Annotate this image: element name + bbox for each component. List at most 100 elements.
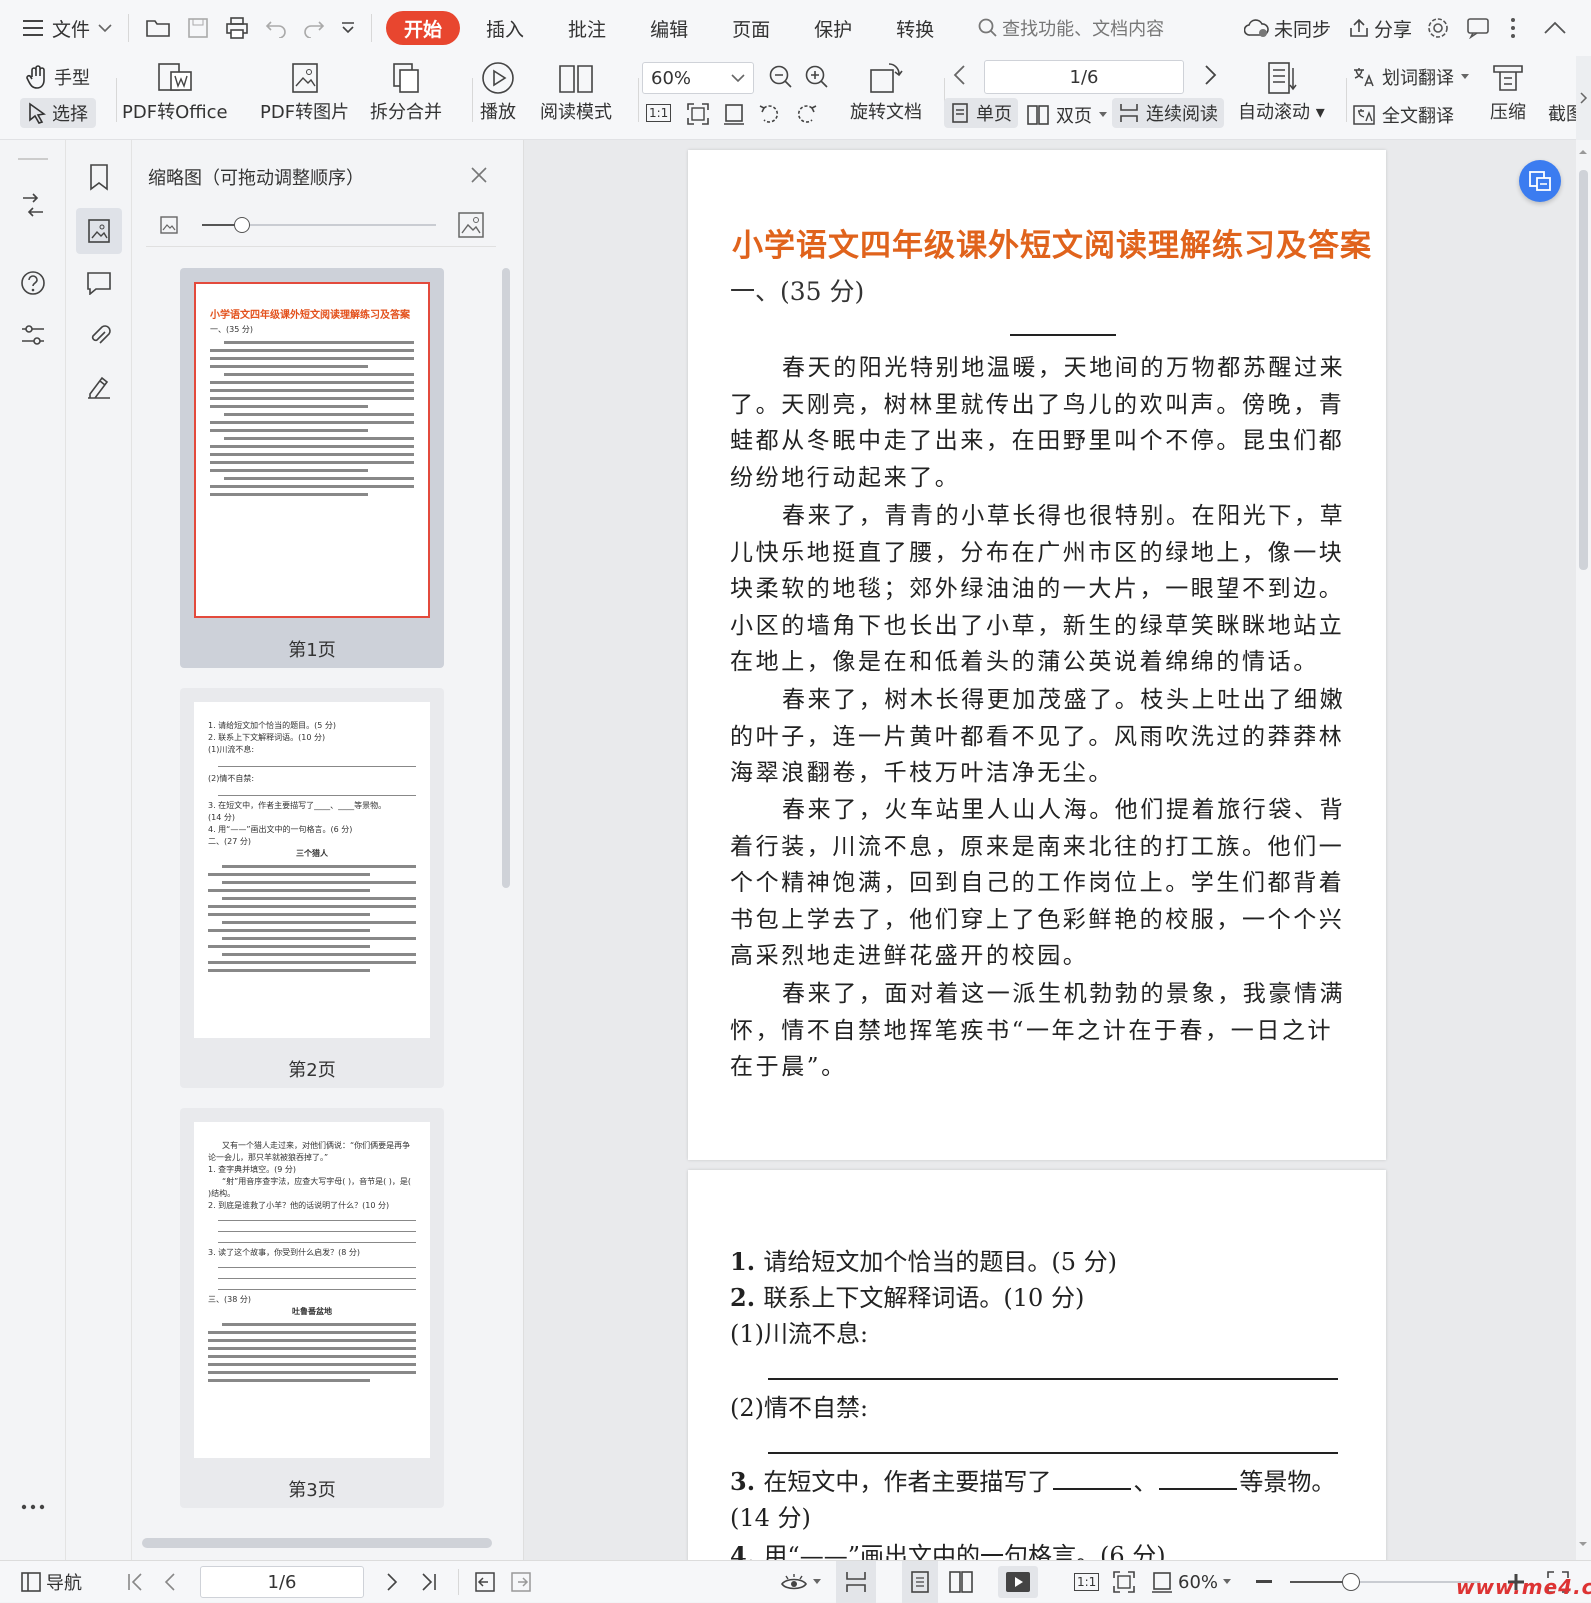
save-icon[interactable] xyxy=(179,8,217,48)
tab-page[interactable]: 页面 xyxy=(714,11,788,45)
pdf-to-image-button[interactable]: PDF转图片 xyxy=(260,60,349,124)
continuous-reading-status-button[interactable] xyxy=(836,1561,876,1603)
double-page-icon[interactable] xyxy=(948,1561,974,1603)
single-page-status-button[interactable] xyxy=(902,1561,938,1603)
navigation-toggle[interactable]: 导航 xyxy=(20,1561,82,1603)
previous-page-icon[interactable] xyxy=(952,64,966,86)
tab-convert[interactable]: 转换 xyxy=(878,11,952,45)
more-horizontal-icon[interactable] xyxy=(14,1488,52,1526)
first-page-icon[interactable] xyxy=(126,1561,144,1603)
actual-size-button[interactable]: 1:1 xyxy=(646,104,672,122)
comment-icon[interactable] xyxy=(80,264,118,302)
open-folder-icon[interactable] xyxy=(137,8,179,48)
sync-status[interactable]: 未同步 xyxy=(1244,15,1331,42)
more-vertical-icon[interactable] xyxy=(1510,17,1516,39)
zoom-out-icon[interactable] xyxy=(768,64,794,90)
file-menu[interactable]: 文件 xyxy=(14,8,120,48)
thumb-title: 小学语文四年级课外短文阅读理解练习及答案 xyxy=(210,310,410,321)
tab-comment[interactable]: 批注 xyxy=(550,11,624,45)
zoom-out-icon[interactable] xyxy=(1256,1561,1272,1603)
rotate-left-icon[interactable] xyxy=(758,102,782,126)
play-status-button[interactable] xyxy=(998,1566,1038,1598)
full-translate-button[interactable]: 全文翻译 xyxy=(1352,102,1454,128)
thumbnail-page-3[interactable]: 又有一个猎人走过来，对他们俩说：“你们俩要是再争论一会儿，那只羊就被狼吞掉了。”… xyxy=(180,1108,444,1508)
zoom-in-icon[interactable] xyxy=(804,64,830,90)
select-tool-button[interactable]: 选择 xyxy=(20,98,96,128)
play-button[interactable]: 播放 xyxy=(480,60,516,124)
thumbnail-horizontal-scrollbar[interactable] xyxy=(142,1538,492,1548)
chevron-right-icon xyxy=(1579,92,1587,104)
pdf-to-office-button[interactable]: PDF转Office xyxy=(122,60,228,124)
redo-icon[interactable] xyxy=(295,8,333,48)
undo-icon[interactable] xyxy=(257,8,295,48)
print-icon[interactable] xyxy=(217,8,257,48)
fit-page-icon[interactable] xyxy=(686,102,710,126)
adjust-sliders-icon[interactable] xyxy=(14,316,52,354)
feedback-icon[interactable] xyxy=(1466,17,1490,39)
thumbnail-icon[interactable] xyxy=(76,208,122,254)
tab-start[interactable]: 开始 xyxy=(386,11,461,45)
last-page-icon[interactable] xyxy=(420,1561,438,1603)
thumbnail-scrollbar[interactable] xyxy=(502,268,510,888)
compress-button[interactable]: 压缩 xyxy=(1490,60,1526,124)
pdf-to-office-icon xyxy=(155,60,195,96)
previous-page-icon[interactable] xyxy=(162,1561,176,1603)
thumbnail-page-1[interactable]: 小学语文四年级课外短文阅读理解练习及答案 一、(35 分) 第1页 xyxy=(180,268,444,668)
quick-access-dropdown-icon[interactable] xyxy=(333,8,363,48)
question-3: 3. 在短文中，作者主要描写了、等景物。 xyxy=(730,1467,1336,1496)
page-number-input[interactable]: 1/6 xyxy=(984,60,1184,94)
tab-protect[interactable]: 保护 xyxy=(796,11,870,45)
scroll-thumb[interactable] xyxy=(1579,170,1588,570)
small-thumbnail-icon[interactable] xyxy=(160,216,178,234)
zoom-select[interactable]: 60% xyxy=(642,62,754,94)
convert-swap-icon[interactable] xyxy=(14,186,52,224)
back-icon[interactable] xyxy=(474,1561,496,1603)
tab-insert[interactable]: 插入 xyxy=(468,11,542,45)
word-translate-button[interactable]: 划词翻译 xyxy=(1352,64,1470,90)
settings-icon[interactable] xyxy=(1426,16,1450,40)
read-mode-label: 阅读模式 xyxy=(540,102,612,123)
document-vertical-scrollbar[interactable] xyxy=(1576,140,1591,1560)
single-page-icon xyxy=(911,1571,929,1593)
status-zoom-slider[interactable] xyxy=(1290,1573,1480,1591)
full-translate-label: 全文翻译 xyxy=(1382,106,1454,127)
status-page-input[interactable]: 1/6 xyxy=(200,1566,364,1598)
screenshot-button[interactable]: 截图 xyxy=(1548,100,1578,126)
hand-tool-button[interactable]: 手型 xyxy=(26,64,90,90)
forward-icon[interactable] xyxy=(510,1561,532,1603)
next-page-icon[interactable] xyxy=(386,1561,400,1603)
thumb-text: 3. 在短文中，作者主要描写了____、____等景物。 xyxy=(208,801,387,810)
attachment-icon[interactable] xyxy=(80,316,118,354)
bookmark-icon[interactable] xyxy=(80,158,118,196)
tab-edit[interactable]: 编辑 xyxy=(632,11,706,45)
double-page-button[interactable]: 双页 xyxy=(1026,102,1108,128)
continuous-reading-button[interactable]: 连续阅读 xyxy=(1112,98,1224,128)
thumbnail-size-slider[interactable] xyxy=(202,217,436,233)
slider-thumb[interactable] xyxy=(234,217,250,233)
large-thumbnail-icon[interactable] xyxy=(458,212,484,238)
thumbnail-page-2[interactable]: 1. 请给短文加个恰当的题目。(5 分) 2. 联系上下文解释词语。(10 分)… xyxy=(180,688,444,1088)
actual-size-status-button[interactable]: 1:1 xyxy=(1074,1561,1100,1603)
share-button[interactable]: 分享 xyxy=(1348,15,1412,42)
floating-convert-button[interactable] xyxy=(1519,160,1561,202)
separator xyxy=(128,14,130,42)
next-page-icon[interactable] xyxy=(1204,64,1218,86)
fit-page-icon[interactable] xyxy=(1112,1561,1136,1603)
fit-width-icon[interactable] xyxy=(722,102,746,126)
read-mode-button[interactable]: 阅读模式 xyxy=(540,60,612,124)
thumb-text: (1)川流不息: xyxy=(208,745,255,754)
eye-protection-toggle[interactable] xyxy=(780,1561,822,1603)
rotate-document-button[interactable]: 旋转文档 xyxy=(850,60,922,124)
rotate-right-icon[interactable] xyxy=(794,102,818,126)
auto-scroll-button[interactable]: 自动滚动 ▾ xyxy=(1238,60,1325,124)
search-box[interactable]: 查找功能、文档内容 xyxy=(978,15,1164,41)
single-page-button[interactable]: 单页 xyxy=(944,98,1018,128)
zoom-slider-thumb[interactable] xyxy=(1342,1573,1360,1591)
close-icon[interactable] xyxy=(470,166,488,184)
collapse-ribbon-icon[interactable] xyxy=(1544,21,1566,35)
ribbon-scroll-right[interactable] xyxy=(1576,56,1591,140)
signature-icon[interactable] xyxy=(80,368,118,406)
help-icon[interactable] xyxy=(14,264,52,302)
status-zoom-select[interactable]: 60% xyxy=(1150,1561,1232,1603)
split-merge-button[interactable]: 拆分合并 xyxy=(370,60,442,124)
